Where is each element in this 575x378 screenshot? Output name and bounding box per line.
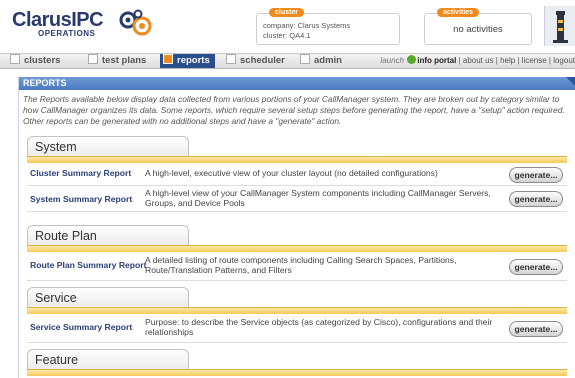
- report-row: Service Summary Report Purpose: to descr…: [27, 314, 567, 343]
- nav-links: launch info portal | about us | help | l…: [380, 55, 575, 65]
- section-band: [27, 156, 567, 163]
- checkbox-icon: [226, 54, 236, 64]
- about-us-link[interactable]: about us: [463, 56, 494, 65]
- help-link[interactable]: help: [500, 56, 515, 65]
- report-name[interactable]: Service Summary Report: [30, 322, 132, 332]
- tab-admin[interactable]: admin: [300, 54, 342, 68]
- tab-label: scheduler: [240, 55, 285, 66]
- generate-button[interactable]: generate...: [509, 259, 563, 275]
- logout-link[interactable]: logout: [553, 56, 575, 65]
- activities-box: activities no activities: [424, 8, 532, 45]
- report-description: Purpose: to describe the Service objects…: [145, 317, 493, 337]
- section-band: [27, 369, 567, 376]
- lighthouse-icon: [544, 6, 575, 46]
- cluster-badge: cluster: [269, 8, 304, 17]
- report-name[interactable]: Cluster Summary Report: [30, 168, 131, 178]
- section-service-title: Service: [27, 287, 189, 307]
- tab-reports[interactable]: reports: [160, 54, 215, 68]
- report-row: Cluster Summary Report A high-level, exe…: [27, 163, 567, 186]
- tab-test-plans[interactable]: test plans: [88, 54, 146, 68]
- logo-subtitle: OPERATIONS: [38, 29, 96, 38]
- tab-label: test plans: [102, 55, 147, 66]
- section-band: [27, 307, 567, 314]
- gears-icon: [119, 9, 152, 36]
- cluster-info-box: cluster company: Clarus Systems cluster:…: [256, 8, 400, 45]
- report-description: A detailed listing of route components i…: [145, 255, 457, 275]
- section-band: [27, 245, 567, 252]
- report-row: System Summary Report A high-level view …: [27, 185, 567, 212]
- activities-badge: activities: [437, 8, 479, 17]
- report-description: A high-level view of your CallManager Sy…: [145, 188, 491, 208]
- report-name[interactable]: Route Plan Summary Report: [30, 260, 147, 270]
- panel-corner: [566, 77, 575, 87]
- generate-button[interactable]: generate...: [509, 167, 563, 183]
- launch-label: launch: [380, 56, 404, 65]
- info-portal-link[interactable]: info portal: [417, 56, 456, 65]
- section-feature-title: Feature: [27, 349, 189, 369]
- tab-label: clusters: [24, 55, 61, 66]
- tab-label: reports: [177, 55, 210, 66]
- checkbox-icon: [88, 54, 98, 64]
- report-row: Route Plan Summary Report A detailed lis…: [27, 252, 567, 281]
- checkbox-icon: [300, 54, 310, 64]
- main-nav: clusters test plans reports scheduler ad…: [0, 53, 575, 69]
- reports-title: REPORTS: [19, 77, 575, 90]
- generate-button[interactable]: generate...: [509, 321, 563, 337]
- license-link[interactable]: license: [522, 56, 547, 65]
- section-route-plan-title: Route Plan: [27, 225, 189, 245]
- report-description: A high-level, executive view of your clu…: [145, 168, 438, 178]
- report-name[interactable]: System Summary Report: [30, 194, 132, 204]
- generate-button[interactable]: generate...: [509, 191, 563, 207]
- checkbox-icon: [10, 54, 20, 64]
- reports-description: The Reports available below display data…: [23, 94, 565, 126]
- section-system-title: System: [27, 136, 189, 156]
- reports-panel: REPORTS The Reports available below disp…: [18, 77, 575, 378]
- cluster-company: company: Clarus Systems: [263, 21, 351, 30]
- tab-scheduler[interactable]: scheduler: [226, 54, 285, 68]
- clarusipc-logo[interactable]: ClarusIPC OPERATIONS: [12, 9, 152, 45]
- tab-label: admin: [314, 55, 342, 66]
- cluster-name: cluster: QA4.1: [263, 31, 311, 40]
- info-icon: [407, 55, 417, 64]
- checkbox-icon: [163, 54, 173, 64]
- app-header: ClarusIPC OPERATIONS cluster company: Cl…: [0, 0, 575, 52]
- tab-clusters[interactable]: clusters: [10, 54, 60, 68]
- activities-status: no activities: [453, 24, 503, 35]
